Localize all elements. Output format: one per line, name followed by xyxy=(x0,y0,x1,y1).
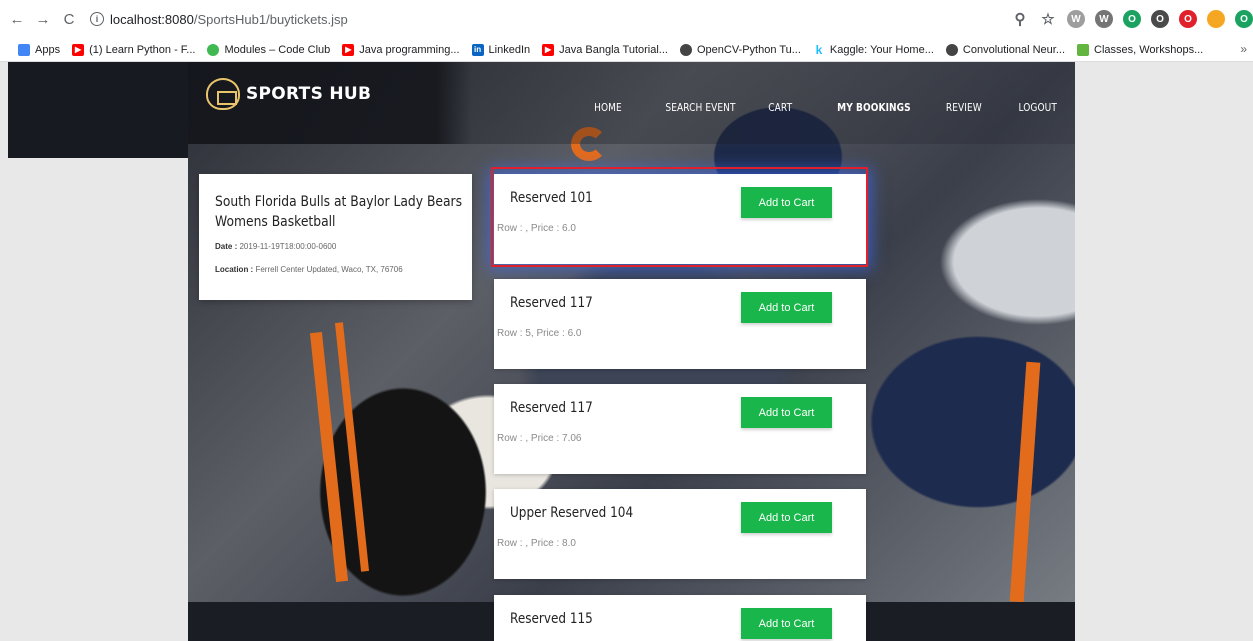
nav-logout[interactable]: LOGOUT xyxy=(1018,101,1057,114)
event-date: Date : 2019-11-19T18:00:00-0600 xyxy=(215,242,337,251)
bookmark-java-programming[interactable]: ▶ Java programming... xyxy=(342,43,460,56)
site-logo[interactable]: SPORTS HUB xyxy=(206,78,371,110)
ticket-card: Reserved 115 Add to Cart xyxy=(494,595,866,641)
nav-search-event[interactable]: SEARCH EVENT xyxy=(665,101,735,114)
extension-area: ⚲ ☆ W W O O O O xyxy=(1011,0,1253,38)
profile-avatar-icon[interactable] xyxy=(1207,10,1225,28)
add-to-cart-button[interactable]: Add to Cart xyxy=(741,292,832,323)
back-icon[interactable]: ← xyxy=(6,8,28,30)
youtube-icon: ▶ xyxy=(542,43,555,56)
url-bar[interactable]: i localhost:8080/SportsHub1/buytickets.j… xyxy=(90,12,348,27)
extension-w2-icon[interactable]: W xyxy=(1095,10,1113,28)
classes-icon xyxy=(1077,43,1090,56)
ticket-info: Row : 5, Price : 6.0 xyxy=(497,328,582,339)
football-helmet-icon xyxy=(206,78,240,110)
bookmark-convolutional[interactable]: Convolutional Neur... xyxy=(945,43,1065,56)
browser-toolbar: ← → C i localhost:8080/SportsHub1/buytic… xyxy=(0,0,1253,38)
apps-grid-icon xyxy=(18,43,30,56)
zoom-icon[interactable]: ⚲ xyxy=(1011,10,1029,28)
extension-green-icon[interactable]: O xyxy=(1123,10,1141,28)
ticket-card: Reserved 117 Row : , Price : 7.06 Add to… xyxy=(494,384,866,474)
add-to-cart-button[interactable]: Add to Cart xyxy=(741,397,832,428)
main-nav: HOME SEARCH EVENT CART MY BOOKINGS REVIE… xyxy=(560,101,1057,114)
reload-icon[interactable]: C xyxy=(58,8,80,30)
nav-review[interactable]: REVIEW xyxy=(946,101,982,114)
ticket-card: Reserved 117 Row : 5, Price : 6.0 Add to… xyxy=(494,279,866,369)
page-viewport: SPORTS HUB HOME SEARCH EVENT CART MY BOO… xyxy=(0,62,1253,641)
event-card: South Florida Bulls at Baylor Lady Bears… xyxy=(199,174,472,300)
youtube-icon: ▶ xyxy=(72,43,85,56)
bookmarks-bar: Apps ▶ (1) Learn Python - F... Modules – … xyxy=(0,38,1253,62)
ticket-name: Reserved 115 xyxy=(510,611,593,627)
bookmark-classes[interactable]: Classes, Workshops... xyxy=(1077,43,1203,56)
url-path: /SportsHub1/buytickets.jsp xyxy=(193,11,348,27)
code-club-icon xyxy=(207,43,220,56)
ticket-info: Row : , Price : 7.06 xyxy=(497,433,582,444)
globe-icon xyxy=(679,43,692,56)
add-to-cart-button[interactable]: Add to Cart xyxy=(741,502,832,533)
extension-dark-icon[interactable]: O xyxy=(1151,10,1169,28)
info-icon[interactable]: i xyxy=(90,12,104,26)
bookmark-opencv[interactable]: OpenCV-Python Tu... xyxy=(679,43,801,56)
add-to-cart-button[interactable]: Add to Cart xyxy=(741,608,832,639)
bookmark-kaggle[interactable]: k Kaggle: Your Home... xyxy=(812,43,934,57)
bookmark-star-icon[interactable]: ☆ xyxy=(1039,10,1057,28)
nav-my-bookings[interactable]: MY BOOKINGS xyxy=(837,101,911,114)
header-left-panel xyxy=(8,62,188,158)
bookmark-learn-python[interactable]: ▶ (1) Learn Python - F... xyxy=(72,43,195,56)
nav-home[interactable]: HOME xyxy=(594,101,622,114)
bookmark-apps[interactable]: Apps xyxy=(18,43,60,56)
event-title: South Florida Bulls at Baylor Lady Bears… xyxy=(215,194,463,230)
event-location: Location : Ferrell Center Updated, Waco,… xyxy=(215,265,403,274)
linkedin-icon: in xyxy=(471,43,484,56)
url-host: localhost:8080 xyxy=(110,11,194,27)
site-header: SPORTS HUB HOME SEARCH EVENT CART MY BOO… xyxy=(188,62,1075,144)
bookmark-linkedin[interactable]: in LinkedIn xyxy=(471,43,530,56)
selection-highlight xyxy=(491,167,868,267)
ticket-name: Reserved 117 xyxy=(510,400,593,416)
ticket-info: Row : , Price : 8.0 xyxy=(497,538,576,549)
ticket-card: Upper Reserved 104 Row : , Price : 8.0 A… xyxy=(494,489,866,579)
opera-icon[interactable]: O xyxy=(1179,10,1197,28)
forward-icon[interactable]: → xyxy=(32,8,54,30)
bookmarks-more-icon[interactable]: » xyxy=(1240,42,1247,56)
bookmark-java-bangla[interactable]: ▶ Java Bangla Tutorial... xyxy=(542,43,668,56)
nav-cart[interactable]: CART xyxy=(769,101,793,114)
ticket-name: Reserved 117 xyxy=(510,295,593,311)
logo-text: SPORTS HUB xyxy=(246,84,372,104)
bookmark-code-club[interactable]: Modules – Code Club xyxy=(207,43,330,56)
extension-last-icon[interactable]: O xyxy=(1235,10,1253,28)
ticket-name: Upper Reserved 104 xyxy=(510,505,634,521)
kaggle-icon: k xyxy=(812,43,825,57)
globe-icon xyxy=(945,43,958,56)
extension-w-icon[interactable]: W xyxy=(1067,10,1085,28)
youtube-icon: ▶ xyxy=(342,43,355,56)
